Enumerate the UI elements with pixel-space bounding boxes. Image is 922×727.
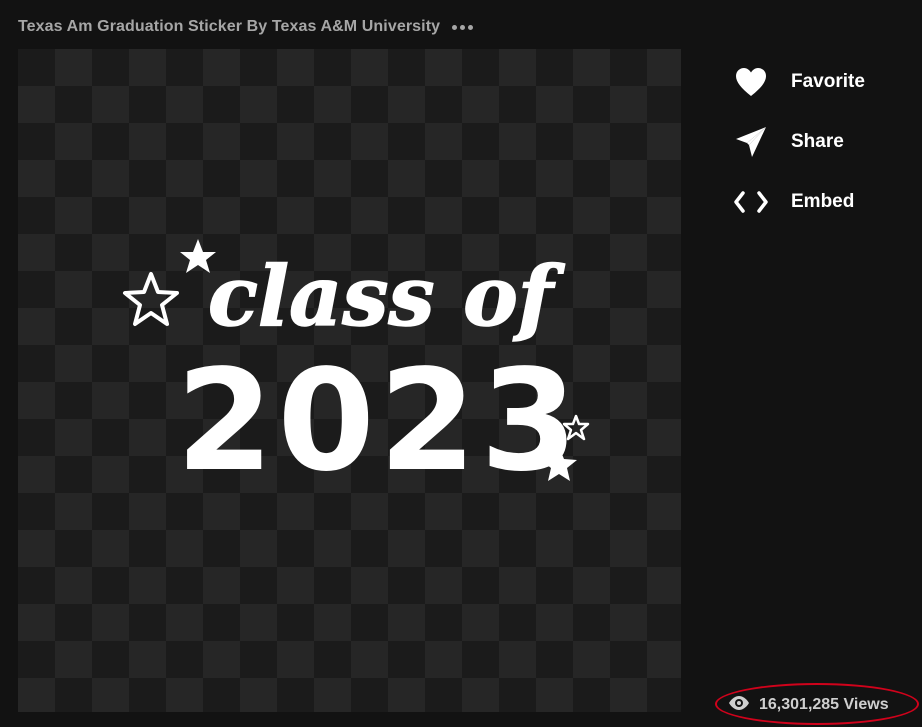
paper-plane-icon [733,124,769,160]
heart-icon [733,64,769,100]
favorite-button[interactable]: Favorite [733,62,908,102]
sticker-canvas[interactable]: class of 2023 [18,49,681,712]
sticker-line-1: class of [208,249,565,345]
share-label: Share [791,131,844,152]
action-list: Favorite Share Embed [733,62,908,242]
views-label: 16,301,285 Views [759,696,889,713]
eye-icon [728,695,750,716]
page-title: Texas Am Graduation Sticker By Texas A&M… [18,18,441,35]
more-options-icon[interactable] [452,23,474,32]
code-brackets-icon [733,184,769,220]
embed-button[interactable]: Embed [733,182,908,222]
star-outline-decoration [123,272,179,326]
sticker-line-2: 2023 [176,340,582,503]
favorite-label: Favorite [791,71,865,92]
view-count: 16,301,285 Views [728,690,889,720]
share-button[interactable]: Share [733,122,908,162]
sticker-artwork: class of 2023 [123,239,590,503]
title-row: Texas Am Graduation Sticker By Texas A&M… [18,15,474,39]
embed-label: Embed [791,191,855,212]
gif-detail-page: Texas Am Graduation Sticker By Texas A&M… [0,0,922,727]
